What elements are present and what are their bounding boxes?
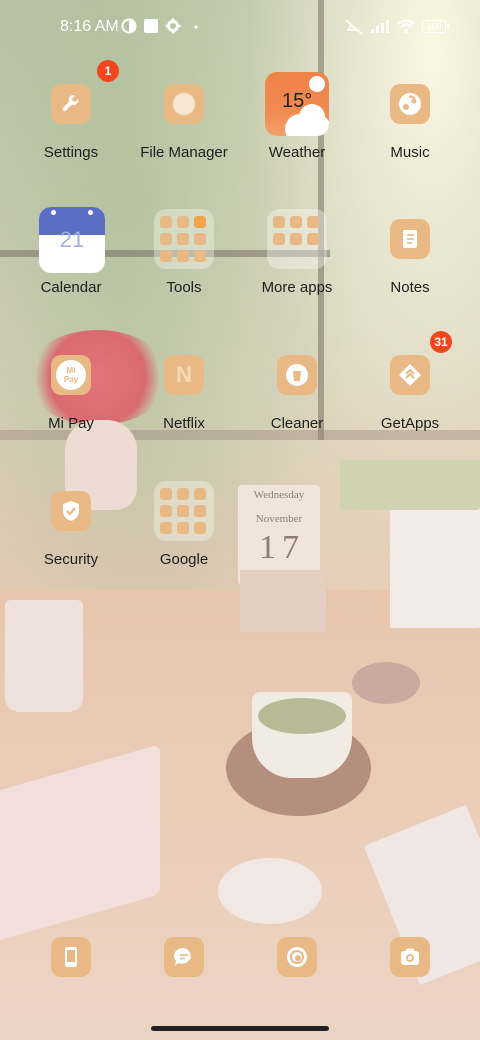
browser-icon[interactable] bbox=[277, 937, 317, 977]
dock bbox=[0, 930, 480, 986]
netflix-icon-text: N bbox=[176, 362, 192, 387]
app-label: GetApps bbox=[380, 415, 440, 432]
desk-calendar-month: November bbox=[255, 513, 303, 525]
app-mi-pay[interactable]: Mi Pay Mi Pay bbox=[16, 343, 126, 432]
status-time: 8:16 AM bbox=[60, 18, 119, 35]
mi-pay-icon: Mi Pay bbox=[51, 355, 91, 395]
mouse bbox=[218, 858, 322, 924]
app-notes[interactable]: Notes bbox=[355, 207, 465, 296]
mi-pay-icon-text: Mi Pay bbox=[63, 366, 79, 384]
app-label: Netflix bbox=[163, 415, 205, 432]
wifi-icon bbox=[397, 19, 415, 33]
desk-calendar-day: Wednesday bbox=[253, 489, 305, 501]
app-tools[interactable]: Tools bbox=[129, 207, 239, 296]
app-label: Music bbox=[390, 144, 430, 161]
app-label: Weather bbox=[268, 144, 326, 161]
app-netflix[interactable]: N Netflix bbox=[129, 343, 239, 432]
app-label: Security bbox=[43, 551, 99, 568]
app-more-apps[interactable]: More apps bbox=[242, 207, 352, 296]
trash-icon bbox=[277, 355, 317, 395]
app-music[interactable]: Music bbox=[355, 72, 465, 161]
app-security[interactable]: Security bbox=[16, 479, 126, 568]
circle-half-icon bbox=[121, 18, 137, 34]
desk-calendar-digit: 7 bbox=[282, 529, 299, 566]
notebook-icon bbox=[390, 219, 430, 259]
status-bar: 8:16 AM 100 bbox=[0, 0, 480, 56]
notification-badge: 1 bbox=[97, 60, 119, 82]
books bbox=[340, 460, 480, 510]
app-getapps[interactable]: 31 GetApps bbox=[355, 331, 465, 432]
app-label: Cleaner bbox=[270, 415, 324, 432]
mute-icon bbox=[345, 19, 363, 35]
home-indicator[interactable] bbox=[151, 1026, 329, 1031]
music-icon bbox=[390, 84, 430, 124]
pencil-cup bbox=[5, 600, 83, 712]
square-icon bbox=[144, 19, 158, 33]
stone bbox=[352, 662, 420, 704]
signal-icon bbox=[371, 20, 389, 33]
battery-level: 100 bbox=[426, 21, 442, 31]
phone-icon[interactable] bbox=[51, 937, 91, 977]
calendar-date: 21 bbox=[59, 227, 85, 252]
gear-icon bbox=[165, 18, 181, 34]
app-label: Mi Pay bbox=[48, 415, 94, 432]
more-dots-icon bbox=[194, 25, 198, 29]
battery-icon: 100 bbox=[422, 20, 446, 33]
netflix-icon: N bbox=[164, 355, 204, 395]
folder-grid-icon bbox=[154, 209, 214, 269]
getapps-icon bbox=[390, 355, 430, 395]
app-label: Settings bbox=[43, 144, 99, 161]
picture-frame bbox=[390, 490, 480, 628]
camera-icon[interactable] bbox=[390, 937, 430, 977]
coffee bbox=[258, 698, 346, 734]
calendar-icon: 21 bbox=[39, 207, 105, 273]
app-label: Notes bbox=[390, 279, 430, 296]
app-label: Tools bbox=[166, 279, 202, 296]
app-label: More apps bbox=[261, 279, 333, 296]
app-google[interactable]: Google bbox=[129, 479, 239, 568]
folder-icon bbox=[164, 84, 204, 124]
folder-grid-icon bbox=[154, 481, 214, 541]
app-settings[interactable]: 1 Settings bbox=[16, 60, 126, 161]
shield-icon bbox=[51, 491, 91, 531]
weather-icon: 15° bbox=[265, 72, 329, 136]
calendar-base bbox=[240, 570, 326, 632]
app-label: File Manager bbox=[140, 144, 228, 161]
folder-grid-icon bbox=[267, 209, 327, 269]
app-cleaner[interactable]: Cleaner bbox=[242, 343, 352, 432]
message-icon[interactable] bbox=[164, 937, 204, 977]
app-calendar[interactable]: 21 Calendar bbox=[16, 207, 126, 296]
app-label: Google bbox=[159, 551, 209, 568]
app-weather[interactable]: 15° Weather bbox=[242, 72, 352, 161]
app-label: Calendar bbox=[40, 279, 102, 296]
app-file-manager[interactable]: File Manager bbox=[129, 72, 239, 161]
notification-badge: 31 bbox=[430, 331, 452, 353]
wrench-icon bbox=[51, 84, 91, 124]
battery-tip bbox=[447, 24, 449, 29]
desk-calendar-digit: 1 bbox=[259, 529, 276, 566]
